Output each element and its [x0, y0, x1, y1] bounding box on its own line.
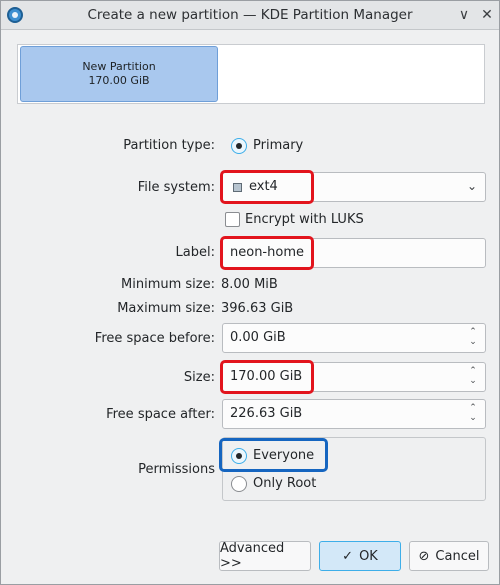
size-spinbox[interactable]: 170.00 GiB ⌃ ⌄ [222, 362, 486, 392]
file-system-value: ext4 [249, 179, 278, 194]
permissions-everyone-label: Everyone [253, 448, 315, 463]
ok-button[interactable]: ✓ OK [319, 541, 401, 571]
spin-up[interactable]: ⌃ [467, 366, 479, 376]
cancel-icon: ⊘ [418, 548, 430, 564]
advanced-button[interactable]: Advanced >> [219, 541, 311, 571]
partition-size: 170.00 GiB [88, 74, 150, 87]
permissions-group [222, 437, 486, 501]
partition-type-value: Primary [253, 138, 304, 153]
minimum-size-label: Minimum size: [121, 277, 215, 292]
maximum-size-value: 396.63 GiB [221, 301, 294, 316]
checkmark-icon: ✓ [342, 548, 354, 564]
label-input[interactable]: neon-home [222, 238, 486, 268]
free-after-value: 226.63 GiB [230, 406, 303, 421]
label-input-value: neon-home [230, 245, 304, 260]
dialog-window: Create a new partition — KDE Partition M… [0, 0, 500, 585]
filesystem-icon [233, 183, 242, 192]
free-before-value: 0.00 GiB [230, 330, 286, 345]
maximum-size-label: Maximum size: [117, 301, 215, 316]
window-title: Create a new partition — KDE Partition M… [87, 7, 413, 23]
minimize-icon[interactable]: ∨ [454, 5, 474, 25]
spin-icon[interactable]: ⌃ ⌄ [467, 366, 479, 388]
cancel-button[interactable]: ⊘ Cancel [409, 541, 489, 571]
partition-type-radio[interactable] [231, 138, 247, 154]
spin-icon[interactable]: ⌃ ⌄ [467, 403, 479, 425]
chevron-down-icon: ⌄ [466, 179, 477, 193]
size-value: 170.00 GiB [230, 369, 303, 384]
partition-name: New Partition [82, 60, 156, 73]
spin-down[interactable]: ⌄ [467, 376, 479, 386]
spin-up[interactable]: ⌃ [467, 403, 479, 413]
spin-up[interactable]: ⌃ [467, 327, 479, 337]
minimum-size-value: 8.00 MiB [221, 277, 278, 292]
free-after-label: Free space after: [106, 407, 215, 422]
title-bar: Create a new partition — KDE Partition M… [1, 1, 499, 30]
new-partition-segment[interactable]: New Partition 170.00 GiB [20, 46, 218, 102]
spin-down[interactable]: ⌄ [467, 413, 479, 423]
permissions-everyone-radio[interactable] [231, 448, 247, 464]
cancel-label: Cancel [435, 548, 480, 564]
encrypt-label: Encrypt with LUKS [245, 212, 364, 227]
close-icon[interactable]: ✕ [477, 5, 497, 25]
encrypt-checkbox[interactable] [225, 212, 240, 227]
ok-label: OK [359, 548, 378, 564]
spin-icon[interactable]: ⌃ ⌄ [467, 327, 479, 349]
partition-bar: New Partition 170.00 GiB [17, 44, 485, 104]
free-after-spinbox[interactable]: 226.63 GiB ⌃ ⌄ [222, 399, 486, 429]
file-system-label: File system: [137, 180, 215, 195]
file-system-combo[interactable]: ext4 ⌄ [222, 172, 486, 202]
label-field-label: Label: [175, 245, 215, 260]
size-label: Size: [183, 370, 215, 385]
permissions-root-label: Only Root [253, 476, 317, 491]
spin-down[interactable]: ⌄ [467, 337, 479, 347]
free-before-label: Free space before: [94, 331, 215, 346]
permissions-root-radio[interactable] [231, 476, 247, 492]
partition-type-label: Partition type: [123, 138, 215, 153]
free-before-spinbox[interactable]: 0.00 GiB ⌃ ⌄ [222, 323, 486, 353]
permissions-label: Permissions [138, 462, 215, 477]
